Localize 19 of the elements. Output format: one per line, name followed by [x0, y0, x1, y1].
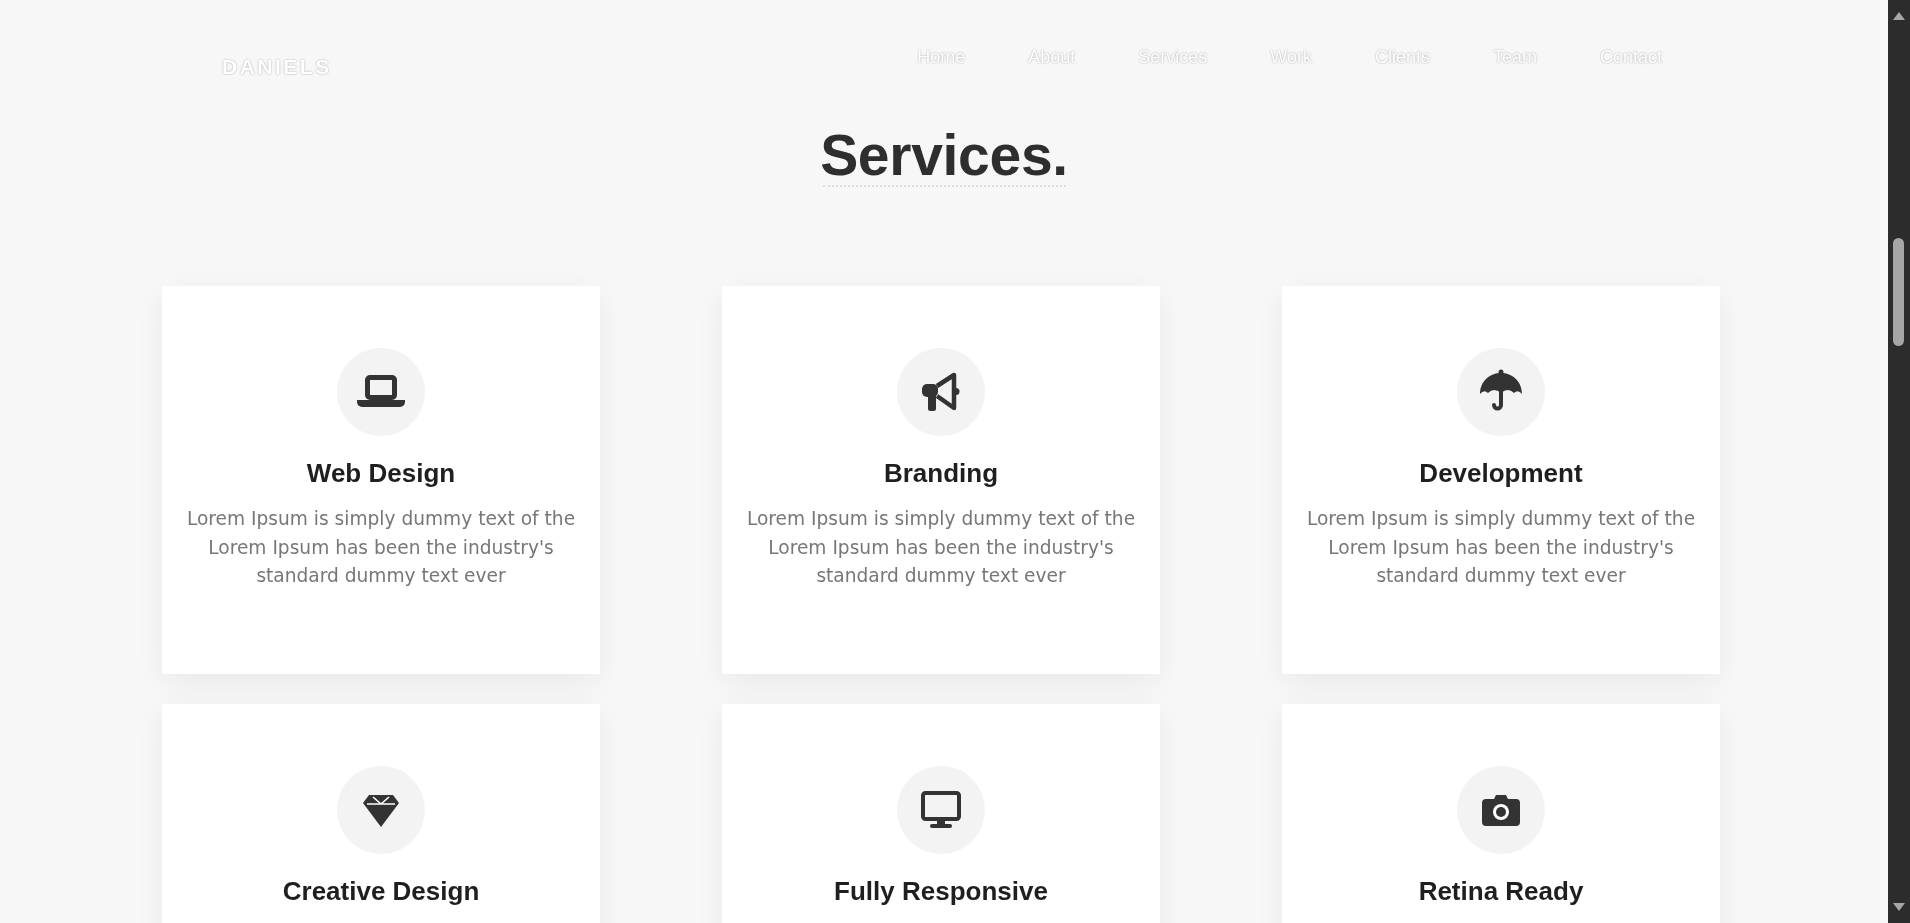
service-description: Lorem Ipsum is simply dummy text of the Lorem Ipsum has been the industry's standard dummy text ever [185, 507, 577, 588]
service-title: Branding [883, 458, 999, 488]
monitor-icon [897, 766, 985, 854]
service-title: Retina Ready [1418, 876, 1584, 906]
camera-icon [1457, 766, 1545, 854]
service-title: Development [1419, 458, 1583, 488]
service-description: Lorem Ipsum is simply dummy text of the Lorem Ipsum has been the industry's standard dummy text ever [1305, 507, 1697, 588]
laptop-icon [337, 348, 425, 436]
service-description: Lorem Ipsum is simply dummy text of the Lorem Ipsum has been the industry's standard dummy text ever [745, 507, 1137, 588]
service-title: Fully Responsive [834, 876, 1048, 906]
section-title: Services. [820, 126, 1068, 184]
scroll-up-arrow-icon[interactable] [1893, 12, 1905, 20]
service-title: Creative Design [282, 876, 480, 906]
megaphone-icon [897, 348, 985, 436]
gem-icon [337, 766, 425, 854]
scrollbar-thumb[interactable] [1893, 238, 1904, 346]
scroll-down-arrow-icon[interactable] [1893, 903, 1905, 911]
service-title: Web Design [306, 458, 456, 488]
umbrella-icon [1457, 348, 1545, 436]
